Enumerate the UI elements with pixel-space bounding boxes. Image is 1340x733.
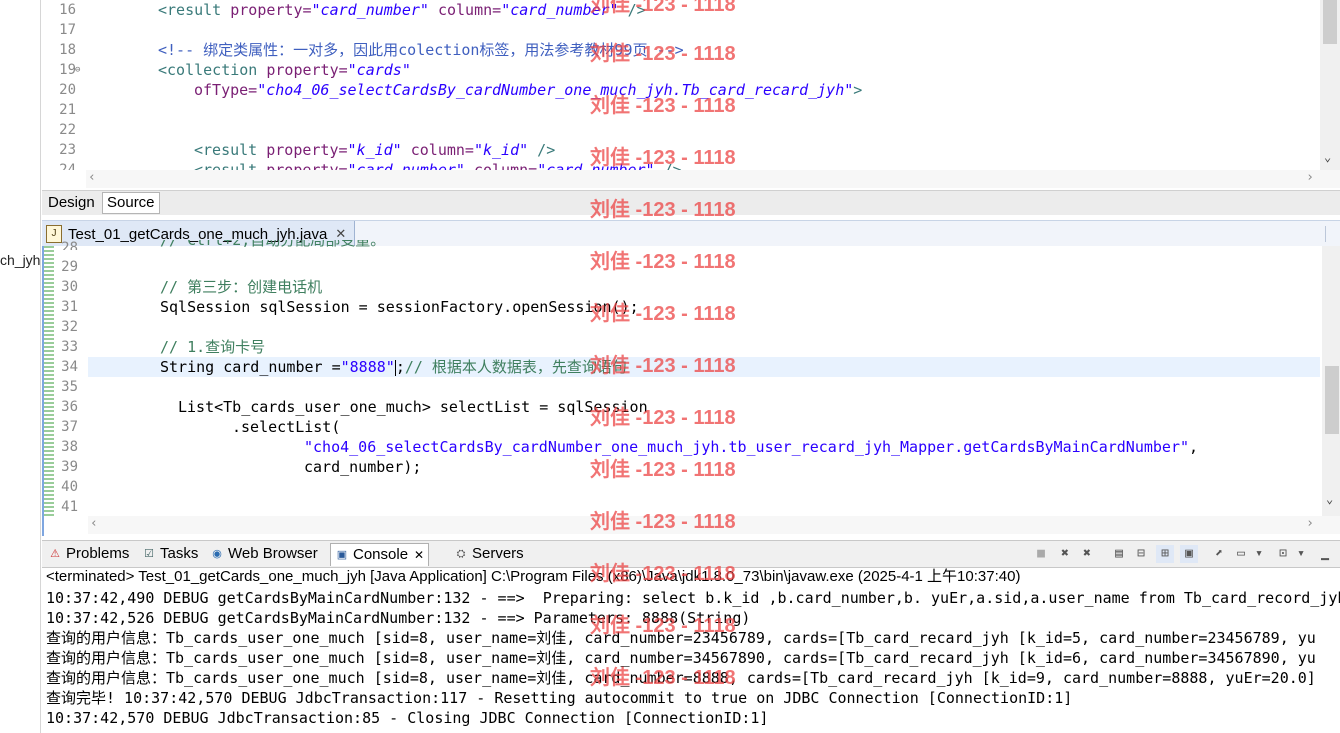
java-editor[interactable]: 28 29 30 31 32 33 34 35 36 37 38 39 40 4… — [42, 240, 1340, 536]
watermark: 刘佳 -123 - 1118 — [590, 459, 736, 481]
line-number: 17 — [59, 22, 76, 38]
word-wrap-icon[interactable]: ⊞ — [1156, 545, 1174, 563]
watermark: 刘佳 -123 - 1118 — [590, 563, 736, 585]
code-line-38: "cho4_06_selectCardsBy_cardNumber_one_mu… — [304, 438, 1199, 456]
fold-collapse-icon[interactable]: ⊖ — [75, 65, 80, 75]
minimize-icon[interactable]: ▁ — [1316, 545, 1334, 563]
watermark: 刘佳 -123 - 1118 — [590, 511, 736, 533]
console-output[interactable]: 10:37:42,490 DEBUG getCardsByMainCardNum… — [42, 588, 1340, 733]
tab-tasks[interactable]: ☑ Tasks — [138, 543, 202, 565]
xml-vertical-scrollbar[interactable]: ⌄ — [1320, 0, 1340, 170]
console-line: 10:37:42,490 DEBUG getCardsByMainCardNum… — [46, 589, 1340, 607]
line-number: 28 — [61, 240, 78, 250]
scroll-lock-icon[interactable]: ⊟ — [1132, 545, 1150, 563]
code-line-31: SqlSession sqlSession = sessionFactory.o… — [160, 298, 639, 316]
pin-console-icon[interactable]: ⬈ — [1210, 545, 1228, 563]
console-line: 查询完毕! 10:37:42,570 DEBUG JdbcTransaction… — [46, 689, 1073, 707]
code-line-28: // Ctrl+2,自动分配局部变量。 — [160, 240, 386, 249]
console-line: 10:37:42,570 DEBUG JdbcTransaction:85 - … — [46, 709, 769, 727]
tab-servers[interactable]: ⛭ Servers — [450, 543, 528, 565]
remove-launch-icon[interactable]: ✖ — [1056, 545, 1074, 563]
remove-all-icon[interactable]: ✖ — [1078, 545, 1096, 563]
new-console-icon[interactable]: ⊡ — [1274, 545, 1292, 563]
code-line-30: // 第三步：创建电话机 — [160, 278, 323, 296]
display-console-icon[interactable]: ▭ — [1232, 545, 1250, 563]
watermark: 刘佳 -123 - 1118 — [590, 147, 736, 169]
chevron-down-icon[interactable]: ▾ — [1292, 545, 1310, 563]
line-number: 31 — [61, 299, 78, 315]
line-number: 36 — [61, 399, 78, 415]
watermark: 刘佳 -123 - 1118 — [590, 251, 736, 273]
line-number: 33 — [61, 339, 78, 355]
java-scroll-thumb[interactable] — [1325, 366, 1339, 434]
tab-design[interactable]: Design — [44, 193, 99, 213]
tab-console[interactable]: ▣ Console ✕ — [330, 543, 430, 566]
line-number: 22 — [59, 122, 76, 138]
watermark: 刘佳 -123 - 1118 — [590, 667, 736, 689]
scroll-left-icon[interactable]: ‹ — [90, 516, 98, 531]
line-number: 19 — [59, 62, 76, 78]
scroll-down-icon[interactable]: ⌄ — [1326, 492, 1333, 506]
line-number: 30 — [61, 279, 78, 295]
line-number: 23 — [59, 142, 76, 158]
close-icon[interactable]: ✕ — [414, 544, 424, 566]
tab-source[interactable]: Source — [102, 192, 160, 214]
globe-icon: ◉ — [212, 548, 222, 560]
scroll-down-icon[interactable]: ⌄ — [1324, 150, 1331, 164]
tab-web-browser[interactable]: ◉ Web Browser — [206, 543, 322, 565]
tabbar-divider — [1325, 226, 1338, 242]
java-vertical-scrollbar[interactable]: ⌄ — [1322, 246, 1340, 516]
problems-icon: ⚠ — [50, 548, 60, 560]
code-line-19: <collection property="cards" — [158, 61, 411, 79]
line-number: 37 — [61, 419, 78, 435]
line-number: 20 — [59, 82, 76, 98]
xml-horizontal-scrollbar[interactable]: ‹ › — [86, 170, 1340, 188]
line-number: 18 — [59, 42, 76, 58]
code-line-28-clip: // Ctrl+2,自动分配局部变量。 — [160, 240, 560, 250]
xml-scroll-thumb[interactable] — [1323, 0, 1337, 44]
line-number: 39 — [61, 459, 78, 475]
scroll-right-icon[interactable]: › — [1306, 516, 1314, 531]
watermark: 刘佳 -123 - 1118 — [590, 355, 736, 377]
code-line-39: card_number); — [304, 458, 422, 476]
console-icon: ▣ — [336, 549, 348, 561]
line-number: 38 — [61, 439, 78, 455]
watermark: 刘佳 -123 - 1118 — [590, 615, 736, 637]
tasks-icon: ☑ — [144, 548, 154, 560]
code-line-24-clip: <result property="card_number" column="c… — [194, 160, 894, 170]
code-line-36: List<Tb_cards_user_one_much> selectList … — [178, 398, 648, 416]
console-line: 查询的用户信息：Tb_cards_user_one_much [sid=8, u… — [46, 649, 1316, 667]
line-number: 40 — [61, 479, 78, 495]
code-line-16: <result property="card_number" column="c… — [158, 1, 646, 19]
watermark: 刘佳 -123 - 1118 — [590, 0, 736, 16]
code-line-34: String card_number ="8888";// 根据本人数据表，先查… — [160, 358, 627, 376]
scroll-right-icon[interactable]: › — [1306, 170, 1314, 185]
watermark: 刘佳 -123 - 1118 — [590, 407, 736, 429]
left-panel-strip: ch_jyh — [0, 0, 41, 733]
watermark: 刘佳 -123 - 1118 — [590, 95, 736, 117]
left-panel-fragment: ch_jyh — [0, 252, 41, 268]
show-console-icon[interactable]: ▣ — [1180, 545, 1198, 563]
code-line-33: // 1.查询卡号 — [160, 338, 266, 356]
line-number: 41 — [61, 499, 78, 515]
watermark: 刘佳 -123 - 1118 — [590, 303, 736, 325]
watermark: 刘佳 -123 - 1118 — [590, 199, 736, 221]
code-line-23: <result property="k_id" column="k_id" /> — [194, 141, 556, 159]
line-number: 35 — [61, 379, 78, 395]
line-number: 21 — [59, 102, 76, 118]
code-line-37: .selectList( — [232, 418, 341, 436]
scroll-left-icon[interactable]: ‹ — [88, 170, 96, 185]
line-number: 34 — [61, 359, 78, 375]
tab-problems[interactable]: ⚠ Problems — [44, 543, 133, 565]
line-number: 16 — [59, 2, 76, 18]
watermark: 刘佳 -123 - 1118 — [590, 43, 736, 65]
chevron-down-icon[interactable]: ▾ — [1250, 545, 1268, 563]
line-number: 24 — [59, 162, 76, 170]
line-number: 29 — [61, 259, 78, 275]
servers-icon: ⛭ — [456, 548, 466, 560]
line-number: 32 — [61, 319, 78, 335]
clear-console-icon[interactable]: ▤ — [1110, 545, 1128, 563]
terminate-icon[interactable]: ■ — [1032, 545, 1050, 563]
code-line-20: ofType="cho4_06_selectCardsBy_cardNumber… — [194, 81, 863, 99]
